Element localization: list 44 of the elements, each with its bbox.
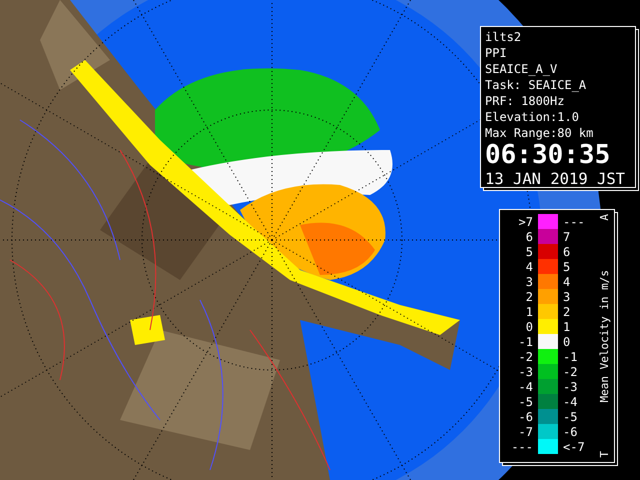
legend-label: -5 [518, 394, 534, 408]
legend-label: -1 [562, 350, 578, 364]
legend-label: 3 [524, 274, 534, 288]
legend-label: -3 [562, 380, 578, 394]
legend-label: -5 [562, 410, 578, 424]
legend-label: --- [562, 214, 585, 228]
legend-label: 2 [562, 304, 570, 318]
info-text: Max Range:80 km [485, 125, 594, 141]
legend-label: >7 [518, 214, 534, 228]
legend-label: 0 [524, 320, 534, 334]
legend-label: -3 [518, 364, 534, 378]
legend-label: 4 [562, 274, 570, 288]
info-text: Task: SEAICE_A [485, 77, 588, 93]
legend-label: 5 [524, 244, 534, 258]
info-text: SEAICE_A_V [485, 61, 558, 77]
legend-label: 1 [524, 304, 534, 318]
time-text: 06:30:35 [485, 141, 612, 169]
info-text: ilts2 [485, 29, 522, 45]
legend-label: 5 [562, 260, 570, 274]
legend-mark: T [598, 451, 610, 458]
legend-label: <-7 [562, 440, 585, 454]
legend-label: -4 [562, 394, 578, 408]
legend-label: -4 [518, 380, 534, 394]
legend-label: -2 [562, 364, 578, 378]
legend-label: -7 [518, 424, 534, 438]
legend-label: 7 [562, 230, 570, 244]
legend-label: --- [510, 440, 534, 454]
legend-label: 2 [524, 290, 534, 304]
legend-label: -1 [518, 334, 534, 348]
date-text: 13 JAN 2019 JST [485, 169, 626, 189]
legend-label: 1 [562, 320, 570, 334]
legend-label: -2 [518, 350, 534, 364]
legend-label: 6 [524, 230, 534, 244]
info-text: Elevation:1.0 [485, 109, 580, 125]
info-text: PPI [485, 45, 508, 61]
legend-label: -6 [562, 424, 578, 438]
legend-label: 6 [562, 244, 570, 258]
legend-label: 0 [562, 334, 570, 348]
info-text: PRF: 1800Hz [485, 93, 566, 109]
legend-title: Mean Velocity in m/s [598, 270, 610, 402]
legend-label: -6 [518, 410, 534, 424]
legend-label: 4 [524, 260, 534, 274]
legend-mark: A [598, 214, 610, 221]
legend-label: 3 [562, 290, 570, 304]
